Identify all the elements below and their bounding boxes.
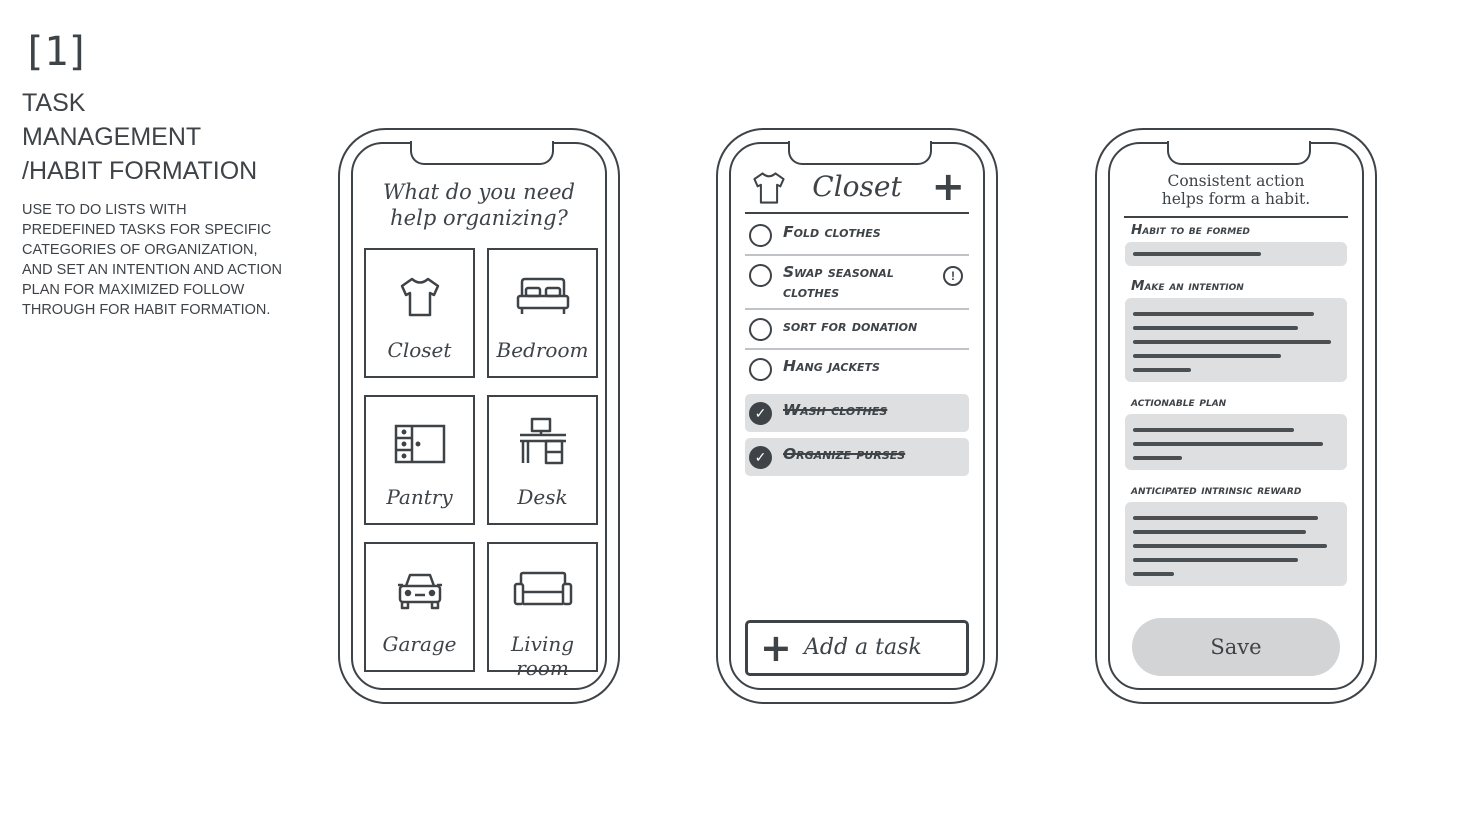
task-label: Hang jackets: [783, 357, 880, 375]
phone-notch: [410, 141, 554, 165]
task-item[interactable]: Fold clothes: [745, 216, 969, 256]
category-question: What do you need help organizing?: [353, 179, 605, 231]
tile-label: Closet: [387, 338, 452, 362]
section-number: [1]: [22, 29, 90, 75]
scribble-text: [1133, 368, 1191, 372]
title-line: TASK: [22, 89, 86, 117]
task-checkbox[interactable]: [749, 224, 772, 247]
checked-icon[interactable]: ✓: [749, 402, 772, 425]
tile-garage[interactable]: Garage: [364, 542, 475, 672]
phone-habit-form: Consistent action helps form a habit. Ha…: [1095, 128, 1377, 704]
habit-header: Consistent action helps form a habit.: [1124, 172, 1348, 218]
phone-screen: What do you need help organizing? Closet…: [351, 141, 607, 690]
task-label: Fold clothes: [783, 223, 881, 241]
intention-field[interactable]: [1125, 298, 1347, 382]
task-item[interactable]: sort for donation: [745, 310, 969, 350]
checked-icon[interactable]: ✓: [749, 446, 772, 469]
add-icon[interactable]: +: [931, 164, 965, 210]
tile-bedroom[interactable]: Bedroom: [487, 248, 598, 378]
sofa-icon: [513, 571, 572, 606]
title-line: /HABIT FORMATION: [22, 157, 258, 185]
tile-label: Living room: [510, 632, 575, 680]
question-line: help organizing?: [390, 206, 568, 230]
scribble-text: [1133, 354, 1282, 358]
tile-living-room[interactable]: Living room: [487, 542, 598, 680]
task-checkbox[interactable]: [749, 318, 772, 341]
scribble-text: [1133, 558, 1298, 562]
task-item[interactable]: Swap seasonal clothes !: [745, 256, 969, 310]
add-task-button[interactable]: + Add a task: [745, 620, 969, 676]
task-item[interactable]: Hang jackets: [745, 350, 969, 388]
task-label: Swap seasonal clothes: [783, 263, 894, 301]
phone-screen: Closet + Fold clothes Swap seasonal clot…: [729, 141, 985, 690]
car-icon: [397, 573, 442, 610]
tile-label: Desk: [517, 485, 568, 509]
tile-closet[interactable]: Closet: [364, 248, 475, 378]
scribble-text: [1133, 572, 1175, 576]
title-line: MANAGEMENT: [22, 123, 202, 151]
plus-icon: +: [760, 626, 792, 670]
task-checkbox[interactable]: [749, 264, 772, 287]
plan-label: actionable plan: [1131, 394, 1227, 410]
alert-icon[interactable]: !: [943, 266, 963, 286]
tile-pantry[interactable]: Pantry: [364, 395, 475, 525]
task-label: sort for donation: [783, 317, 918, 335]
scribble-text: [1133, 530, 1307, 534]
intro-panel: [1] TASK MANAGEMENT /HABIT FORMATION USE…: [22, 30, 282, 320]
tile-label: Pantry: [386, 485, 453, 509]
phone-notch: [788, 141, 932, 165]
desk-icon: [519, 417, 566, 465]
section-title: TASK MANAGEMENT /HABIT FORMATION: [22, 86, 282, 188]
scribble-text: [1133, 456, 1183, 460]
scribble-text: [1133, 312, 1315, 316]
habit-form: Habit to be formed Make an intention act…: [1125, 222, 1347, 598]
task-item-done[interactable]: ✓ Organize purses: [745, 438, 969, 476]
scribble-text: [1133, 516, 1319, 520]
scribble-text: [1133, 428, 1294, 432]
tile-label: Bedroom: [496, 338, 589, 362]
plan-field[interactable]: [1125, 414, 1347, 470]
phone-notch: [1167, 141, 1311, 165]
task-list: Fold clothes Swap seasonal clothes ! sor…: [745, 216, 969, 476]
habit-field[interactable]: [1125, 242, 1347, 266]
category-grid: Closet Bedroom Pantry Desk Garage Living…: [364, 248, 599, 680]
question-line: What do you need: [382, 180, 576, 204]
scribble-text: [1133, 340, 1331, 344]
phone-screen: Consistent action helps form a habit. Ha…: [1108, 141, 1364, 690]
bed-icon: [516, 277, 569, 314]
phone-category-picker: What do you need help organizing? Closet…: [338, 128, 620, 704]
phone-task-list: Closet + Fold clothes Swap seasonal clot…: [716, 128, 998, 704]
task-checkbox[interactable]: [749, 358, 772, 381]
reward-label: anticipated intrinsic reward: [1131, 482, 1302, 498]
pantry-icon: [394, 424, 445, 464]
header-line: helps form a habit.: [1161, 190, 1311, 208]
task-list-header: Closet +: [745, 164, 969, 214]
save-button[interactable]: Save: [1132, 618, 1340, 676]
section-description: USE TO DO LISTS WITH PREDEFINED TASKS FO…: [22, 202, 282, 318]
add-task-label: Add a task: [804, 635, 922, 660]
scribble-text: [1133, 442, 1323, 446]
shirt-icon: [400, 277, 439, 317]
scribble-text: [1133, 326, 1298, 330]
task-label: Organize purses: [783, 445, 906, 463]
tile-label: Garage: [382, 632, 457, 656]
intention-label: Make an intention: [1131, 278, 1244, 294]
reward-field[interactable]: [1125, 502, 1347, 586]
tile-desk[interactable]: Desk: [487, 395, 598, 525]
scribble-text: [1133, 252, 1261, 256]
task-label: Wash clothes: [783, 401, 888, 419]
habit-label: Habit to be formed: [1131, 222, 1250, 238]
task-item-done[interactable]: ✓ Wash clothes: [745, 394, 969, 432]
header-line: Consistent action: [1167, 172, 1305, 190]
scribble-text: [1133, 544, 1327, 548]
